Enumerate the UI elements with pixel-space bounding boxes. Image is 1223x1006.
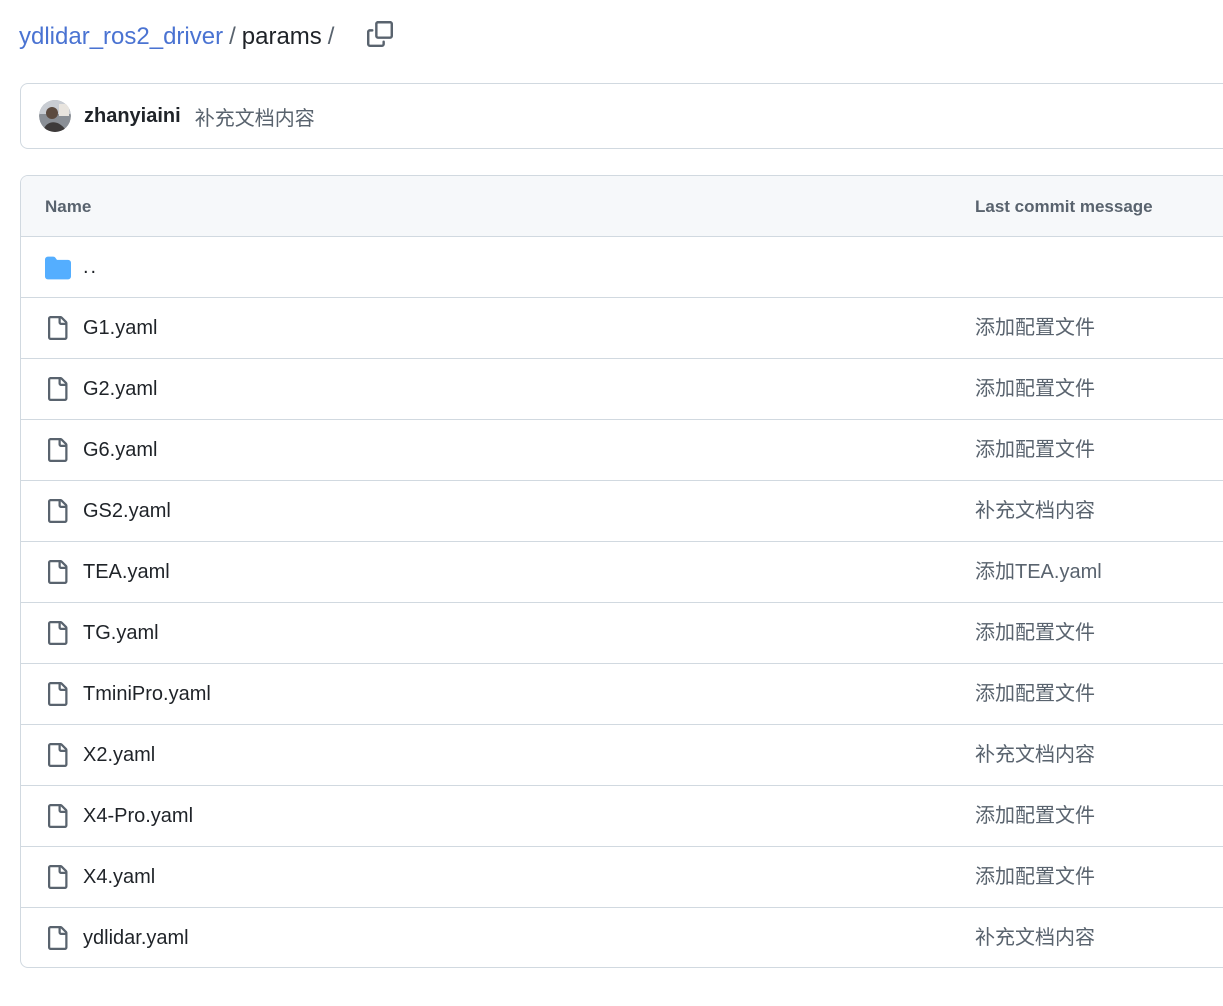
commit-author-link[interactable]: zhanyiaini [84, 105, 181, 128]
file-commit-message-link[interactable]: 补充文档内容 [975, 481, 1095, 541]
file-name-link[interactable]: TminiPro.yaml [83, 664, 211, 724]
file-name-link[interactable]: G6.yaml [83, 420, 157, 480]
file-icon [45, 743, 69, 767]
user-avatar[interactable] [39, 100, 71, 132]
breadcrumb: ydlidar_ros2_driver / params / [19, 18, 340, 56]
file-row[interactable]: G6.yaml 添加配置文件 [21, 420, 1223, 481]
file-commit-message-link[interactable]: 添加配置文件 [975, 603, 1095, 663]
file-icon [45, 682, 69, 706]
file-icon [45, 499, 69, 523]
file-name-link[interactable]: G1.yaml [83, 298, 157, 358]
latest-commit-bar: zhanyiaini 补充文档内容 [20, 83, 1223, 149]
file-row[interactable]: GS2.yaml 补充文档内容 [21, 481, 1223, 542]
file-commit-message-link[interactable]: 补充文档内容 [975, 725, 1095, 785]
file-row[interactable]: TG.yaml 添加配置文件 [21, 603, 1223, 664]
file-name-link[interactable]: X4.yaml [83, 847, 155, 907]
file-row[interactable]: G2.yaml 添加配置文件 [21, 359, 1223, 420]
parent-directory-link[interactable]: .. [83, 237, 98, 297]
file-commit-message-link[interactable]: 添加配置文件 [975, 664, 1095, 724]
column-header-name: Name [45, 197, 92, 216]
file-commit-message-link[interactable]: 添加配置文件 [975, 298, 1095, 358]
file-name-link[interactable]: X2.yaml [83, 725, 155, 785]
file-icon [45, 804, 69, 828]
file-row[interactable]: X4-Pro.yaml 添加配置文件 [21, 786, 1223, 847]
file-commit-message-link[interactable]: 添加配置文件 [975, 847, 1095, 907]
file-row[interactable]: TminiPro.yaml 添加配置文件 [21, 664, 1223, 725]
column-header-last-commit-message: Last commit message [975, 197, 1153, 216]
file-name-link[interactable]: G2.yaml [83, 359, 157, 419]
breadcrumb-repo-link[interactable]: ydlidar_ros2_driver [19, 18, 223, 56]
breadcrumb-current-dir: params [241, 23, 322, 50]
file-name-link[interactable]: TG.yaml [83, 603, 159, 663]
file-table: Name Last commit message .. G1.yaml 添加配置文… [20, 175, 1223, 968]
file-icon [45, 560, 69, 584]
file-row[interactable]: ydlidar.yaml 补充文档内容 [21, 908, 1223, 967]
file-row[interactable]: X4.yaml 添加配置文件 [21, 847, 1223, 908]
file-commit-message-link[interactable]: 添加配置文件 [975, 786, 1095, 846]
parent-directory-row[interactable]: .. [21, 237, 1223, 298]
file-commit-message-link[interactable]: 添加配置文件 [975, 359, 1095, 419]
file-icon [45, 377, 69, 401]
commit-message-link[interactable]: 补充文档内容 [195, 102, 315, 131]
file-icon [45, 865, 69, 889]
file-row[interactable]: TEA.yaml 添加TEA.yaml [21, 542, 1223, 603]
breadcrumb-separator: / [229, 23, 236, 50]
copy-icon [367, 20, 393, 52]
file-name-link[interactable]: ydlidar.yaml [83, 908, 189, 967]
file-commit-message-link[interactable]: 添加配置文件 [975, 420, 1095, 480]
file-icon [45, 621, 69, 645]
file-commit-message-link[interactable]: 补充文档内容 [975, 908, 1095, 967]
file-row[interactable]: X2.yaml 补充文档内容 [21, 725, 1223, 786]
page: ydlidar_ros2_driver / params / zhanyiain… [0, 0, 1223, 1006]
file-row[interactable]: G1.yaml 添加配置文件 [21, 298, 1223, 359]
file-name-link[interactable]: TEA.yaml [83, 542, 170, 602]
folder-icon [45, 255, 71, 280]
file-icon [45, 926, 69, 950]
breadcrumb-trailing-separator: / [327, 23, 335, 50]
file-name-link[interactable]: X4-Pro.yaml [83, 786, 193, 846]
file-commit-message-link[interactable]: 添加TEA.yaml [975, 542, 1102, 602]
table-header: Name Last commit message [21, 176, 1223, 237]
file-icon [45, 438, 69, 462]
copy-path-button[interactable] [362, 18, 398, 54]
file-rows: G1.yaml 添加配置文件 G2.yaml 添加配置文件 G6.yaml 添加配置文件 G… [21, 298, 1223, 967]
file-name-link[interactable]: GS2.yaml [83, 481, 171, 541]
file-icon [45, 316, 69, 340]
